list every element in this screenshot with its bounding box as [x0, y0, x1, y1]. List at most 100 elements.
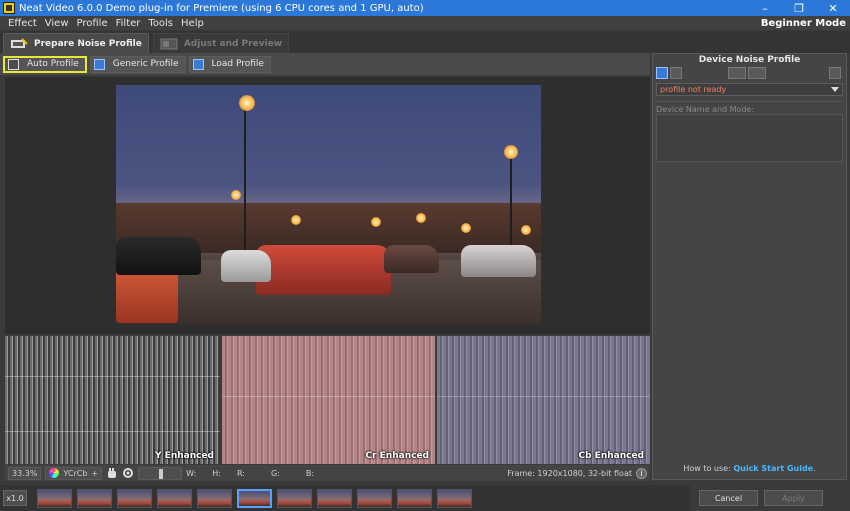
profile-toolbar: Auto Profile Generic Profile Load Profil… [0, 53, 650, 75]
load-profile-label: Load Profile [211, 59, 264, 69]
preview-image[interactable] [116, 85, 541, 324]
playback-speed[interactable]: x1.0 [3, 490, 27, 506]
minimize-button[interactable]: – [748, 0, 782, 16]
street-lamp [371, 217, 381, 227]
street-lamp [231, 190, 241, 200]
texture-line [222, 396, 435, 397]
restore-button[interactable]: ❐ [782, 0, 816, 16]
cb-channel-preview[interactable]: Cb Enhanced [437, 336, 650, 464]
apply-button[interactable]: Apply [764, 490, 823, 506]
filmstrip: x1.0 [0, 485, 690, 511]
profile-settings-icon[interactable] [748, 67, 766, 79]
street-lamp [239, 95, 255, 111]
quick-start-guide-link[interactable]: Quick Start Guide [733, 464, 813, 473]
generic-profile-button[interactable]: Generic Profile [89, 55, 186, 73]
zoom-select[interactable]: 33.3% [8, 466, 42, 480]
hand-icon[interactable] [106, 467, 118, 479]
generic-profile-label: Generic Profile [112, 59, 179, 69]
menu-effect[interactable]: Effect [4, 18, 41, 29]
frame-thumbnail[interactable] [77, 488, 112, 508]
frame-thumbnail[interactable] [357, 488, 392, 508]
chevron-down-icon [831, 87, 839, 92]
frame-thumbnail[interactable] [277, 488, 312, 508]
mode-toggle[interactable]: Beginner Mode [761, 18, 846, 29]
profile-status-text: profile not ready [660, 85, 727, 94]
car [256, 245, 391, 295]
menu-tools[interactable]: Tools [144, 18, 177, 29]
cancel-button[interactable]: Cancel [699, 490, 758, 506]
open-profile-icon[interactable] [656, 67, 668, 79]
street-pole [510, 155, 512, 255]
frame-thumbnail[interactable] [197, 488, 232, 508]
opacity-slider[interactable] [138, 466, 183, 480]
profile-status-select[interactable]: profile not ready [656, 83, 843, 96]
frame-thumbnail[interactable] [37, 488, 72, 508]
height-readout: H: [212, 468, 221, 478]
colorspace-plus: + [91, 468, 99, 478]
frame-thumbnail[interactable] [117, 488, 152, 508]
panel-title: Device Noise Profile [698, 55, 801, 65]
menu-view[interactable]: View [41, 18, 73, 29]
frame-thumbnail[interactable] [397, 488, 432, 508]
car [116, 237, 201, 275]
slider-handle[interactable] [159, 468, 164, 479]
window-title: Neat Video 6.0.0 Demo plug-in for Premie… [19, 2, 424, 14]
save-profile-icon[interactable] [670, 67, 682, 79]
profile-help-icon[interactable] [829, 67, 841, 79]
gear-icon[interactable] [122, 467, 134, 479]
how-to-use: How to use: Quick Start Guide. [653, 464, 846, 473]
preview-viewport[interactable] [5, 77, 650, 334]
car [221, 250, 271, 282]
auto-profile-icon [8, 58, 19, 70]
title-bar: Neat Video 6.0.0 Demo plug-in for Premie… [0, 0, 850, 16]
blue-readout: B: [305, 468, 315, 478]
colorspace-select[interactable]: YCrCb + [45, 466, 103, 480]
red-readout: R: [236, 468, 245, 478]
menu-profile[interactable]: Profile [73, 18, 112, 29]
texture-line [5, 376, 220, 377]
load-profile-button[interactable]: Load Profile [188, 55, 271, 73]
cr-channel-preview[interactable]: Cr Enhanced [222, 336, 435, 464]
texture-line [5, 431, 220, 432]
tab-prepare-noise-profile[interactable]: Prepare Noise Profile [3, 33, 149, 53]
menu-bar: Effect View Profile Filter Tools Help Be… [0, 16, 850, 30]
car [384, 245, 439, 273]
y-channel-label: Y Enhanced [155, 451, 214, 461]
howto-prefix: How to use: [683, 464, 731, 473]
frame-info: Frame: 1920x1080, 32-bit float [507, 468, 632, 478]
menu-filter[interactable]: Filter [112, 18, 145, 29]
auto-profile-button[interactable]: Auto Profile [3, 55, 87, 73]
street-lamp [504, 145, 518, 159]
texture-line [437, 396, 650, 397]
street-lamp [416, 213, 426, 223]
width-readout: W: [186, 468, 197, 478]
tab-strip: Prepare Noise Profile Adjust and Preview [0, 31, 850, 53]
adjust-profile-icon[interactable] [728, 67, 746, 79]
frame-thumbnail[interactable] [157, 488, 192, 508]
howto-suffix: . [813, 464, 816, 473]
device-name-field[interactable] [656, 114, 843, 162]
frame-thumbnail[interactable] [317, 488, 352, 508]
car [461, 245, 536, 277]
y-channel-preview[interactable]: Y Enhanced [5, 336, 220, 464]
menu-help[interactable]: Help [177, 18, 208, 29]
street-lamp [291, 215, 301, 225]
sliders-icon [160, 38, 178, 49]
cb-channel-label: Cb Enhanced [578, 451, 644, 461]
device-noise-profile-panel: Device Noise Profile profile not ready D… [652, 53, 847, 480]
close-button[interactable]: ✕ [816, 0, 850, 16]
frame-thumbnail[interactable] [437, 488, 472, 508]
color-wheel-icon [49, 468, 60, 478]
frame-thumbnail-selected[interactable] [237, 488, 272, 508]
profile-icon-row [653, 65, 846, 81]
app-icon [3, 2, 15, 14]
green-readout: G: [271, 468, 280, 478]
folder-icon [192, 58, 204, 70]
info-icon[interactable]: i [636, 467, 647, 479]
tab-label: Adjust and Preview [183, 38, 283, 49]
cr-channel-label: Cr Enhanced [365, 451, 429, 461]
tab-adjust-and-preview[interactable]: Adjust and Preview [152, 33, 290, 53]
device-name-label: Device Name and Mode: [656, 101, 843, 114]
generic-profile-icon [93, 58, 105, 70]
street-lamp [461, 223, 471, 233]
